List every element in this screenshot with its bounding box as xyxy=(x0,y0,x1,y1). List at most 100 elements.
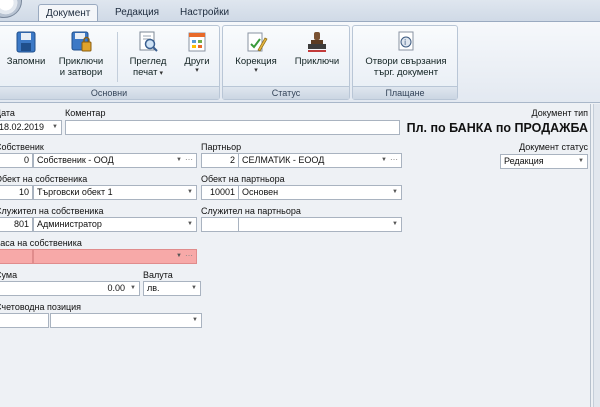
chevron-down-icon[interactable]: ▼ xyxy=(187,218,193,231)
chevron-down-icon: ▾ xyxy=(159,70,163,77)
save-button[interactable]: Запомни xyxy=(3,28,49,86)
app-menu-orb-icon[interactable] xyxy=(0,0,22,18)
date-value: 18.02.2019 xyxy=(0,122,45,132)
chevron-down-icon[interactable]: ▼ xyxy=(176,154,182,167)
open-linked-label-1: Отвори свързания xyxy=(365,56,447,67)
open-linked-doc-button[interactable]: i Отвори свързания търг. документ xyxy=(357,28,455,86)
panel-divider xyxy=(590,104,591,407)
more-icon[interactable]: ⋯ xyxy=(185,154,193,166)
edit-doc-icon xyxy=(247,32,268,52)
partner-object-value: Основен xyxy=(242,187,279,197)
ribbon-group-main: Запомни Приключи и затвори Преглед печат… xyxy=(0,25,220,100)
app-window: Документ Редакция Настройки Запомни Прик… xyxy=(0,0,600,407)
ribbon-group-status: Корекция ▾ Приключи Статус xyxy=(222,25,350,100)
partner-code-input[interactable]: 2 xyxy=(201,153,239,168)
owner-cash-code-input[interactable] xyxy=(0,249,33,264)
partner-employee-code-input[interactable] xyxy=(201,217,239,232)
accept-close-label-2: и затвори xyxy=(59,67,103,78)
owner-object-value: Търговски обект 1 xyxy=(37,187,113,197)
chevron-down-icon[interactable]: ▼ xyxy=(130,282,136,295)
amount-value: 0.00 xyxy=(107,283,125,293)
chevron-down-icon[interactable]: ▼ xyxy=(176,250,182,263)
vertical-scrollbar[interactable] xyxy=(593,104,600,407)
currency-label: Валута xyxy=(143,270,173,280)
accounting-label: Счетоводна позиция xyxy=(0,302,82,312)
svg-text:i: i xyxy=(404,38,406,47)
accounting-code-input[interactable] xyxy=(0,313,49,328)
amount-input[interactable]: 0.00 ▼ xyxy=(0,281,140,296)
print-preview-icon xyxy=(139,31,158,52)
other-button[interactable]: Други ▾ xyxy=(177,28,217,86)
chevron-down-icon[interactable]: ▼ xyxy=(392,218,398,231)
tab-settings[interactable]: Настройки xyxy=(173,4,236,22)
floppy-disk-icon xyxy=(16,31,36,53)
chevron-down-icon[interactable]: ▼ xyxy=(187,186,193,199)
chevron-down-icon[interactable]: ▼ xyxy=(392,186,398,199)
correction-button[interactable]: Корекция ▾ xyxy=(229,28,283,86)
partner-object-label: Обект на партньора xyxy=(201,174,285,184)
owner-object-label: Обект на собственика xyxy=(0,174,88,184)
chevron-down-icon[interactable]: ▼ xyxy=(578,155,584,168)
chevron-down-icon[interactable]: ▼ xyxy=(52,121,58,134)
ribbon-group-payment: i Отвори свързания търг. документ Плащан… xyxy=(352,25,458,100)
comment-input[interactable] xyxy=(65,120,400,135)
finish-label: Приключи xyxy=(294,56,340,67)
owner-cash-label: Каса на собственика xyxy=(0,238,82,248)
partner-employee-label: Служител на партньора xyxy=(201,206,301,216)
doc-status-select[interactable]: Редакция ▼ xyxy=(500,154,588,169)
stamp-icon xyxy=(308,32,326,52)
print-preview-button[interactable]: Преглед печат ▾ xyxy=(123,28,173,86)
save-label: Запомни xyxy=(6,56,46,67)
owner-cash-select[interactable]: ▼ ⋯ xyxy=(33,249,197,264)
owner-employee-select[interactable]: Администратор ▼ xyxy=(33,217,197,232)
other-docs-icon xyxy=(188,32,206,52)
owner-code-input[interactable]: 0 xyxy=(0,153,33,168)
chevron-down-icon: ▾ xyxy=(195,67,199,74)
doc-type-value: Пл. по БАНКА по ПРОДАЖБА xyxy=(406,121,588,135)
partner-select[interactable]: СЕЛМАТИК - ЕООД ▼ ⋯ xyxy=(238,153,402,168)
date-field[interactable]: 18.02.2019 ▼ xyxy=(0,120,62,135)
group-label-main: Основни xyxy=(0,86,219,99)
owner-employee-code-input[interactable]: 801 xyxy=(0,217,33,232)
more-icon[interactable]: ⋯ xyxy=(390,154,398,166)
owner-object-code-input[interactable]: 10 xyxy=(0,185,33,200)
currency-select[interactable]: лв. ▼ xyxy=(143,281,201,296)
finish-button[interactable]: Приключи xyxy=(289,28,345,86)
accept-close-label-1: Приключи xyxy=(58,56,104,67)
accounting-select[interactable]: ▼ xyxy=(50,313,202,328)
print-preview-label-2: печат xyxy=(132,67,158,78)
owner-employee-value: Администратор xyxy=(37,219,102,229)
partner-label: Партньор xyxy=(201,142,242,152)
ribbon: Запомни Приключи и затвори Преглед печат… xyxy=(0,21,600,103)
owner-value: Собственик - ООД xyxy=(37,155,114,165)
ribbon-tab-bar: Документ Редакция Настройки xyxy=(0,0,600,22)
chevron-down-icon: ▾ xyxy=(254,67,258,74)
partner-object-code-input[interactable]: 10001 xyxy=(201,185,239,200)
doc-type-label: Документ тип xyxy=(531,108,588,118)
owner-select[interactable]: Собственик - ООД ▼ ⋯ xyxy=(33,153,197,168)
tab-edit[interactable]: Редакция xyxy=(108,4,166,22)
currency-value: лв. xyxy=(147,283,160,293)
group-label-status: Статус xyxy=(223,86,349,99)
owner-object-select[interactable]: Търговски обект 1 ▼ xyxy=(33,185,197,200)
tab-document[interactable]: Документ xyxy=(38,4,99,22)
document-form: Дата 18.02.2019 ▼ Коментар Документ тип … xyxy=(0,104,600,407)
partner-employee-select[interactable]: ▼ xyxy=(238,217,402,232)
partner-value: СЕЛМАТИК - ЕООД xyxy=(242,155,325,165)
amount-label: Сума xyxy=(0,270,18,280)
chevron-down-icon[interactable]: ▼ xyxy=(381,154,387,167)
group-label-payment: Плащане xyxy=(353,86,457,99)
comment-label: Коментар xyxy=(65,108,106,118)
correction-label: Корекция xyxy=(235,56,277,67)
accept-close-button[interactable]: Приключи и затвори xyxy=(55,28,107,86)
date-label: Дата xyxy=(0,108,15,118)
linked-document-icon: i xyxy=(398,31,414,51)
other-label: Други xyxy=(184,56,210,67)
chevron-down-icon[interactable]: ▼ xyxy=(191,282,197,295)
floppy-lock-icon xyxy=(71,31,92,52)
doc-status-label: Документ статус xyxy=(519,142,588,152)
more-icon[interactable]: ⋯ xyxy=(185,250,193,262)
partner-object-select[interactable]: Основен ▼ xyxy=(238,185,402,200)
chevron-down-icon[interactable]: ▼ xyxy=(192,314,198,327)
owner-label: Собственик xyxy=(0,142,44,152)
